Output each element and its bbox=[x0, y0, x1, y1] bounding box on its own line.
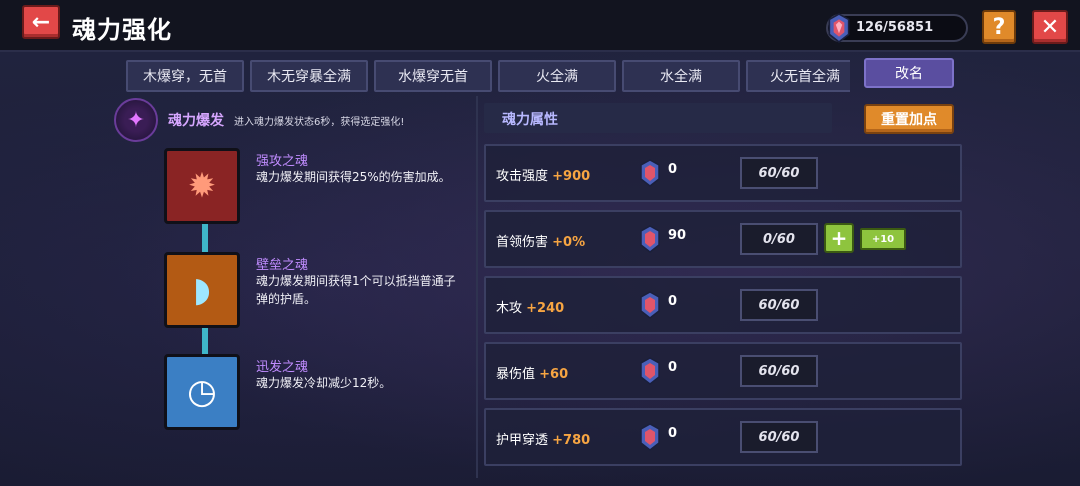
stat-bonus: +60 bbox=[539, 367, 569, 382]
tab-preset-4[interactable]: 火全满 bbox=[498, 60, 616, 92]
stat-cost: 0 bbox=[668, 294, 678, 309]
soul-crystal-icon bbox=[640, 225, 660, 253]
question-icon: ? bbox=[992, 14, 1006, 40]
stat-level: 60/60 bbox=[740, 421, 818, 453]
back-arrow-icon: ← bbox=[31, 9, 51, 35]
stat-row-boss-damage: 首领伤害 +0% 90 0/60 + +10 bbox=[484, 210, 962, 268]
stat-bonus: +0% bbox=[552, 235, 586, 250]
stat-label: 攻击强度 +900 bbox=[496, 169, 591, 184]
soul-desc: 魂力爆发期间获得25%的伤害加成。 bbox=[256, 170, 451, 184]
soul-name: 迅发之魂 bbox=[256, 360, 309, 375]
stat-label: 暴伤值 +60 bbox=[496, 367, 569, 382]
stat-row-armor-pen: 护甲穿透 +780 0 60/60 bbox=[484, 408, 962, 466]
stat-cost: 0 bbox=[668, 360, 678, 375]
stat-bonus: +900 bbox=[552, 169, 591, 184]
add-point-button[interactable]: + bbox=[824, 223, 854, 253]
stat-row-wood-attack: 木攻 +240 0 60/60 bbox=[484, 276, 962, 334]
stat-label: 护甲穿透 +780 bbox=[496, 433, 591, 448]
soul-crystal-icon bbox=[640, 423, 660, 451]
bulwark-soul-icon: ◗ bbox=[164, 252, 240, 328]
tab-preset-6[interactable]: 火无首全满 bbox=[746, 60, 850, 92]
soul-skills-panel: ✦ 魂力爆发 进入魂力爆发状态6秒，获得选定强化! ✹ 强攻之魂 魂力爆发期间获… bbox=[114, 96, 478, 478]
stat-level: 60/60 bbox=[740, 289, 818, 321]
soul-crystal-icon bbox=[828, 13, 850, 43]
close-button[interactable]: ✕ bbox=[1032, 10, 1068, 44]
stat-bonus: +780 bbox=[552, 433, 591, 448]
soul-crystal-icon bbox=[640, 159, 660, 187]
attributes-header: 魂力属性 bbox=[484, 103, 832, 133]
help-button[interactable]: ? bbox=[982, 10, 1016, 44]
soul-crystal-icon bbox=[640, 291, 660, 319]
soul-name: 强攻之魂 bbox=[256, 154, 309, 169]
stat-cost: 90 bbox=[668, 228, 687, 243]
soul-burst-row: ✦ 魂力爆发 进入魂力爆发状态6秒，获得选定强化! bbox=[114, 98, 478, 142]
stat-level: 60/60 bbox=[740, 157, 818, 189]
preset-tabs: 木爆穿，无首 木无穿暴全满 水爆穿无首 火全满 水全满 火无首全满 bbox=[126, 60, 850, 94]
assault-soul-icon: ✹ bbox=[164, 148, 240, 224]
stat-label: 木攻 +240 bbox=[496, 301, 565, 316]
soul-item-bulwark[interactable]: ◗ 壁垒之魂 魂力爆发期间获得1个可以抵挡普通子弹的护盾。 bbox=[164, 252, 464, 338]
soul-currency-display: 126/56851 bbox=[826, 13, 968, 43]
top-bar: ← 魂力强化 126/56851 ? ✕ bbox=[0, 0, 1080, 52]
stat-row-attack: 攻击强度 +900 0 60/60 bbox=[484, 144, 962, 202]
rename-button[interactable]: 改名 bbox=[864, 58, 954, 88]
add-ten-points-button[interactable]: +10 bbox=[860, 228, 906, 250]
tab-preset-1[interactable]: 木爆穿，无首 bbox=[126, 60, 244, 92]
soul-burst-desc: 进入魂力爆发状态6秒，获得选定强化! bbox=[234, 116, 405, 128]
swift-soul-icon: ◷ bbox=[164, 354, 240, 430]
tab-preset-5[interactable]: 水全满 bbox=[622, 60, 740, 92]
soul-item-assault[interactable]: ✹ 强攻之魂 魂力爆发期间获得25%的伤害加成。 bbox=[164, 148, 464, 234]
soul-name: 壁垒之魂 bbox=[256, 258, 309, 273]
soul-item-swift[interactable]: ◷ 迅发之魂 魂力爆发冷却减少12秒。 bbox=[164, 354, 464, 440]
stat-cost: 0 bbox=[668, 162, 678, 177]
stat-label: 首领伤害 +0% bbox=[496, 235, 586, 250]
tab-preset-3[interactable]: 水爆穿无首 bbox=[374, 60, 492, 92]
stat-level: 60/60 bbox=[740, 355, 818, 387]
tab-preset-2[interactable]: 木无穿暴全满 bbox=[250, 60, 368, 92]
reset-points-button[interactable]: 重置加点 bbox=[864, 104, 954, 134]
page-title: 魂力强化 bbox=[72, 16, 172, 44]
soul-desc: 魂力爆发冷却减少12秒。 bbox=[256, 376, 392, 390]
back-button[interactable]: ← bbox=[22, 5, 60, 39]
stat-level: 0/60 bbox=[740, 223, 818, 255]
soul-crystal-icon bbox=[640, 357, 660, 385]
currency-value: 126/56851 bbox=[856, 20, 934, 35]
soul-burst-name: 魂力爆发 bbox=[168, 113, 224, 129]
stat-row-crit-damage: 暴伤值 +60 0 60/60 bbox=[484, 342, 962, 400]
close-icon: ✕ bbox=[1040, 14, 1060, 40]
stat-cost: 0 bbox=[668, 426, 678, 441]
soul-burst-icon: ✦ bbox=[114, 98, 158, 142]
soul-desc: 魂力爆发期间获得1个可以抵挡普通子弹的护盾。 bbox=[256, 274, 456, 306]
stat-bonus: +240 bbox=[526, 301, 565, 316]
